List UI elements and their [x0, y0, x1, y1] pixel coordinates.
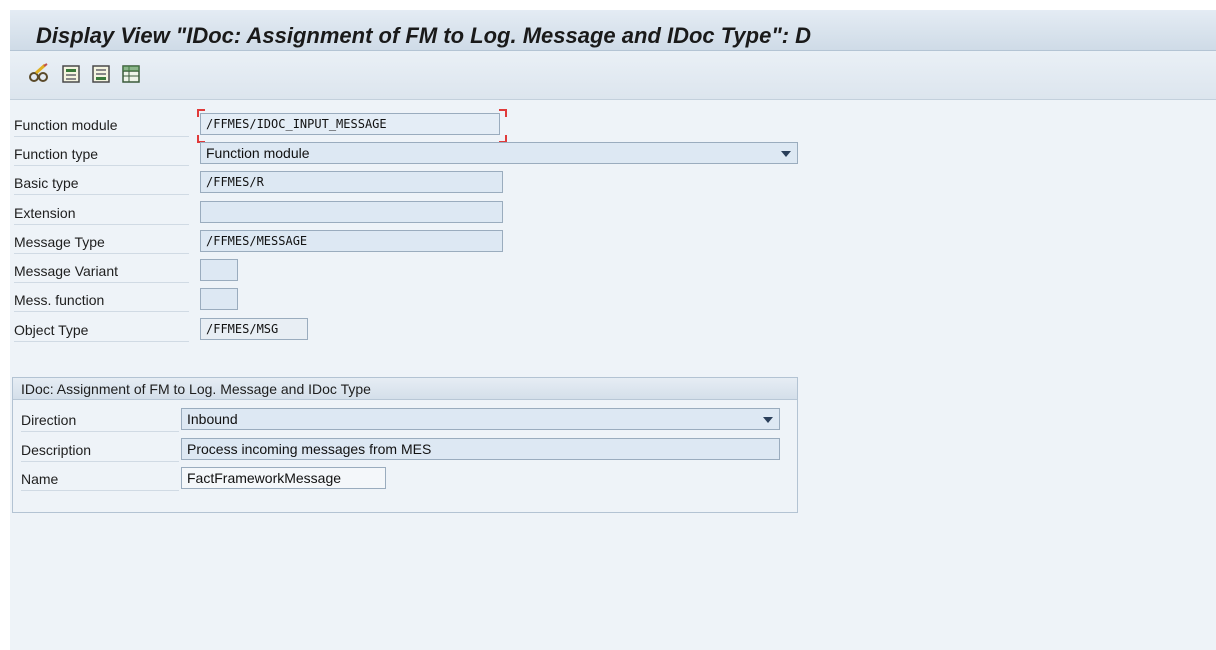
basic-type-label: Basic type — [14, 172, 189, 195]
object-type-field[interactable]: /FFMES/MSG — [200, 318, 308, 340]
window-title: Display View "IDoc: Assignment of FM to … — [36, 23, 812, 48]
object-type-label: Object Type — [14, 319, 189, 342]
extension-label: Extension — [14, 202, 189, 225]
focus-corner-top-left — [197, 109, 205, 117]
mess-function-label: Mess. function — [14, 289, 189, 312]
last-page-icon — [90, 63, 112, 85]
first-page-icon — [60, 63, 82, 85]
description-field[interactable]: Process incoming messages from MES — [181, 438, 780, 460]
table-view-button[interactable] — [120, 63, 142, 85]
message-variant-label: Message Variant — [14, 260, 189, 283]
first-entry-button[interactable] — [60, 63, 82, 85]
name-label: Name — [21, 468, 179, 491]
function-type-dropdown[interactable]: Function module — [200, 142, 798, 164]
display-change-button[interactable] — [28, 63, 50, 85]
last-entry-button[interactable] — [90, 63, 112, 85]
description-label: Description — [21, 439, 179, 462]
extension-field[interactable] — [200, 201, 503, 223]
direction-value: Inbound — [187, 411, 238, 427]
basic-type-field[interactable]: /FFMES/R — [200, 171, 503, 193]
function-module-label: Function module — [14, 114, 189, 137]
glasses-edit-icon — [28, 63, 50, 85]
group-title: IDoc: Assignment of FM to Log. Message a… — [13, 378, 797, 400]
message-type-field[interactable]: /FFMES/MESSAGE — [200, 230, 503, 252]
assignment-group-box: IDoc: Assignment of FM to Log. Message a… — [12, 377, 798, 513]
function-module-field[interactable]: /FFMES/IDOC_INPUT_MESSAGE — [200, 113, 500, 135]
name-field[interactable]: FactFrameworkMessage — [181, 467, 386, 489]
application-toolbar — [10, 51, 1216, 100]
dropdown-arrow-icon — [781, 151, 791, 157]
title-bar: Display View "IDoc: Assignment of FM to … — [10, 10, 1216, 51]
direction-label: Direction — [21, 409, 179, 432]
function-type-value: Function module — [206, 145, 310, 161]
focus-corner-top-right — [499, 109, 507, 117]
dropdown-arrow-icon — [763, 417, 773, 423]
table-view-icon — [120, 63, 142, 85]
mess-function-field[interactable] — [200, 288, 238, 310]
detail-screen: Function module /FFMES/IDOC_INPUT_MESSAG… — [10, 100, 1216, 650]
sap-window: Display View "IDoc: Assignment of FM to … — [0, 0, 1216, 650]
message-type-label: Message Type — [14, 231, 189, 254]
function-type-label: Function type — [14, 143, 189, 166]
direction-dropdown[interactable]: Inbound — [181, 408, 780, 430]
message-variant-field[interactable] — [200, 259, 238, 281]
